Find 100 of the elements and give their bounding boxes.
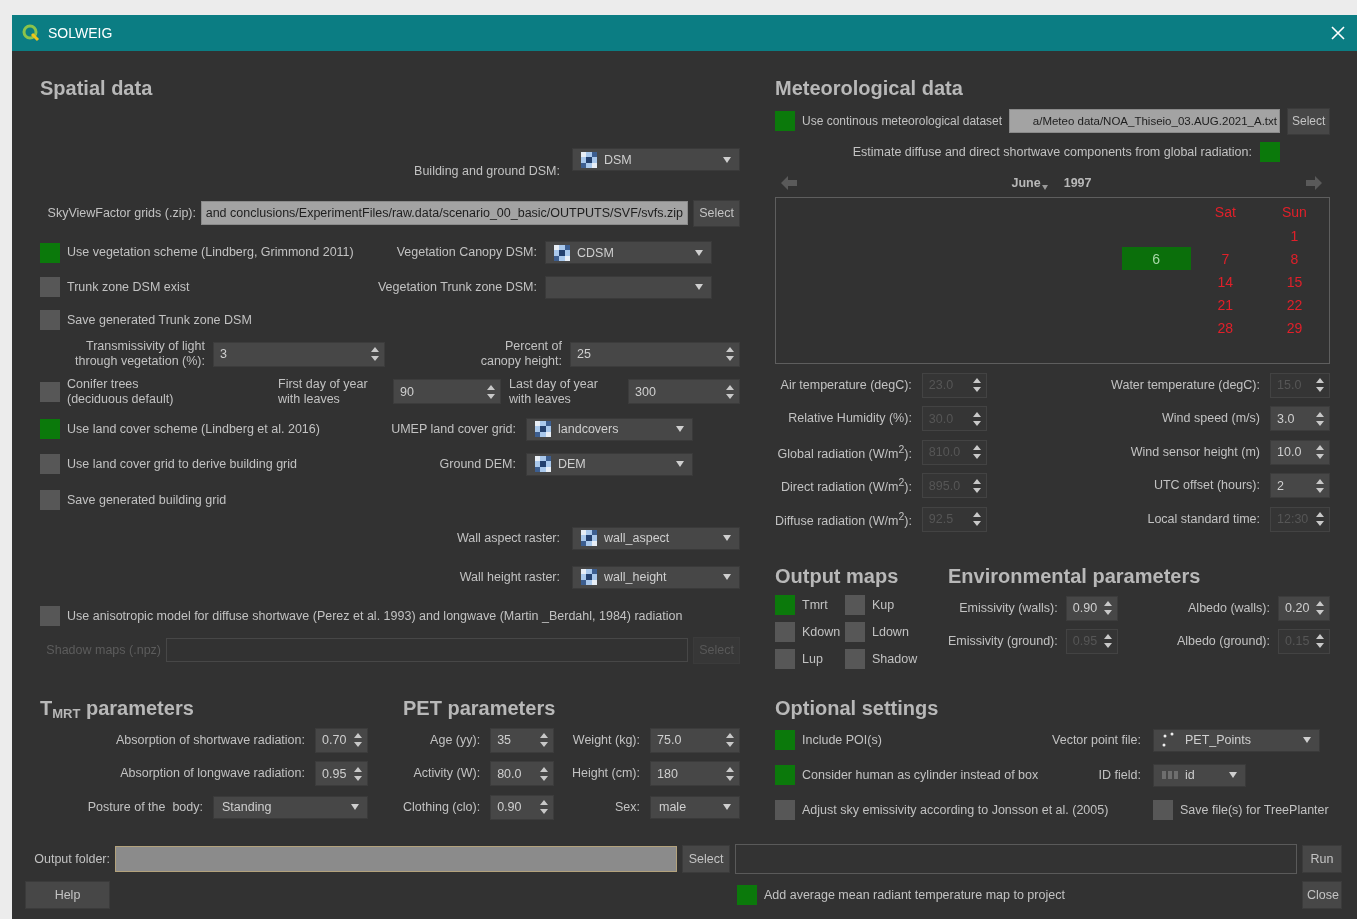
checkbox[interactable] bbox=[775, 765, 795, 785]
checkbox[interactable] bbox=[775, 622, 795, 642]
spin-box[interactable]: 2 bbox=[1270, 473, 1330, 498]
caret-icon[interactable] bbox=[695, 284, 703, 290]
checkbox-label: Use land cover scheme (Lindberg et al. 2016) bbox=[67, 421, 320, 437]
run-button[interactable]: Run bbox=[1302, 845, 1342, 873]
checkbox[interactable] bbox=[845, 595, 865, 615]
dropdown[interactable]: CDSM bbox=[545, 241, 712, 264]
caret-icon[interactable] bbox=[723, 156, 731, 163]
spin-arrows-icon[interactable] bbox=[540, 733, 549, 747]
dropdown[interactable]: male bbox=[650, 795, 740, 819]
checkbox[interactable] bbox=[40, 242, 60, 263]
raster-layer-icon bbox=[581, 151, 597, 168]
spin-box[interactable]: 0.95 bbox=[315, 761, 368, 786]
month-selector[interactable]: June bbox=[1011, 176, 1048, 190]
spin-arrows-icon[interactable] bbox=[354, 766, 362, 781]
dropdown[interactable]: id bbox=[1153, 763, 1246, 787]
spin-arrows-icon[interactable] bbox=[1316, 445, 1324, 459]
caret-icon[interactable] bbox=[723, 535, 731, 541]
dropdown[interactable]: DEM bbox=[526, 452, 693, 476]
spin-box[interactable]: 90 bbox=[393, 379, 501, 404]
checkbox[interactable] bbox=[775, 730, 795, 750]
caret-icon[interactable] bbox=[695, 249, 703, 256]
caret-icon[interactable] bbox=[1229, 772, 1237, 778]
checkbox[interactable] bbox=[845, 622, 865, 642]
dropdown[interactable]: PET_Points bbox=[1153, 728, 1320, 752]
spin-box[interactable]: 0.70 bbox=[315, 727, 368, 753]
dropdown[interactable]: Standing bbox=[213, 795, 368, 819]
select-button[interactable]: Select bbox=[693, 199, 740, 227]
spin-arrows-icon[interactable] bbox=[1316, 478, 1324, 493]
checkbox[interactable] bbox=[1153, 800, 1173, 820]
field-label: Output folder: bbox=[33, 851, 110, 867]
dropdown[interactable]: landcovers bbox=[526, 417, 693, 441]
checkbox[interactable] bbox=[40, 454, 60, 474]
year-selector[interactable]: 1997 bbox=[1063, 176, 1092, 190]
field-label: Emissivity (walls): bbox=[958, 600, 1058, 616]
dropdown[interactable]: wall_height bbox=[572, 565, 740, 589]
spin-box[interactable]: 35 bbox=[490, 727, 555, 753]
spin-box[interactable]: 75.0 bbox=[650, 727, 740, 753]
spin-arrows-icon[interactable] bbox=[354, 733, 362, 747]
checkbox[interactable] bbox=[1260, 142, 1280, 162]
checkbox[interactable] bbox=[40, 381, 60, 402]
spin-box[interactable]: 0.90 bbox=[1065, 595, 1118, 621]
caret-icon[interactable] bbox=[723, 574, 731, 580]
spin-box[interactable]: 10.0 bbox=[1270, 439, 1330, 465]
caret-icon[interactable] bbox=[676, 461, 684, 467]
spin-arrows-icon[interactable] bbox=[1103, 601, 1112, 615]
close-icon[interactable] bbox=[1331, 26, 1345, 40]
help-button[interactable]: Help bbox=[25, 881, 110, 909]
select-button[interactable]: Select bbox=[682, 845, 730, 873]
checkbox[interactable] bbox=[775, 800, 795, 820]
spin-box[interactable]: 0.20 bbox=[1278, 595, 1330, 621]
spin-arrows-icon[interactable] bbox=[540, 766, 549, 781]
field-label: UMEP land cover grid: bbox=[391, 421, 516, 437]
spin-arrows-icon[interactable] bbox=[371, 347, 379, 361]
checkbox[interactable] bbox=[40, 419, 60, 439]
field-label: Age (yy): bbox=[429, 732, 481, 748]
calendar-day[interactable]: 6 bbox=[1121, 247, 1191, 270]
spin-box[interactable]: 25 bbox=[570, 341, 740, 367]
path-field[interactable]: a/Meteo data/NOA_Thiseio_03.AUG.2021_A.txt bbox=[1009, 109, 1280, 133]
caret-icon[interactable] bbox=[1303, 737, 1311, 743]
spin-arrows-icon[interactable] bbox=[726, 384, 734, 399]
spin-arrows-icon[interactable] bbox=[540, 800, 549, 814]
spin-box[interactable]: 3.0 bbox=[1270, 406, 1330, 431]
caret-icon[interactable] bbox=[351, 804, 359, 810]
spin-box[interactable]: 3 bbox=[213, 341, 385, 367]
caret-icon[interactable] bbox=[676, 426, 684, 432]
spin-arrows-icon[interactable] bbox=[1316, 411, 1324, 426]
dropdown[interactable]: DSM bbox=[572, 148, 740, 171]
spin-arrows-icon[interactable] bbox=[726, 347, 734, 361]
field-label: Albedo (ground): bbox=[1175, 633, 1270, 649]
checkbox[interactable] bbox=[40, 606, 60, 626]
checkbox-label: Tmrt bbox=[802, 597, 828, 613]
field-label: Wall height raster: bbox=[458, 569, 560, 585]
spin-arrows-icon[interactable] bbox=[726, 733, 734, 747]
spin-box[interactable]: 0.90 bbox=[490, 794, 555, 820]
weekday-label: Sat bbox=[1213, 203, 1237, 222]
select-button[interactable]: Select bbox=[1287, 107, 1330, 135]
checkbox[interactable] bbox=[737, 885, 757, 905]
spin-arrows-icon[interactable] bbox=[487, 384, 495, 399]
checkbox[interactable] bbox=[40, 310, 60, 330]
spin-box[interactable]: 180 bbox=[650, 761, 740, 786]
spin-arrows-icon[interactable] bbox=[726, 766, 734, 781]
path-field[interactable]: and conclusions/ExperimentFiles/raw.data/scenario_00_basic/OUTPUTS/SVF/svfs.zip bbox=[201, 201, 688, 225]
checkbox[interactable] bbox=[845, 649, 865, 669]
checkbox[interactable] bbox=[40, 490, 60, 510]
output-folder-field[interactable] bbox=[115, 846, 677, 872]
checkbox[interactable] bbox=[40, 277, 60, 297]
field-label: Transmissivity of light through vegetation (%): bbox=[74, 339, 205, 369]
spin-box[interactable]: 80.0 bbox=[490, 761, 555, 786]
spin-box[interactable]: 300 bbox=[628, 379, 740, 404]
dropdown[interactable]: wall_aspect bbox=[572, 526, 740, 550]
checkbox-label: Use anisotropic model for diffuse shortwave (Perez et al. 1993) and longwave (Martin _Berdahl, 1984) radiation bbox=[67, 608, 683, 624]
close-button[interactable]: Close bbox=[1302, 881, 1342, 909]
checkbox[interactable] bbox=[775, 595, 795, 615]
checkbox[interactable] bbox=[775, 649, 795, 669]
field-label: Absorption of longwave radiation: bbox=[120, 766, 305, 781]
checkbox[interactable] bbox=[775, 111, 795, 131]
spin-arrows-icon[interactable] bbox=[1316, 601, 1324, 615]
caret-icon[interactable] bbox=[723, 804, 731, 810]
